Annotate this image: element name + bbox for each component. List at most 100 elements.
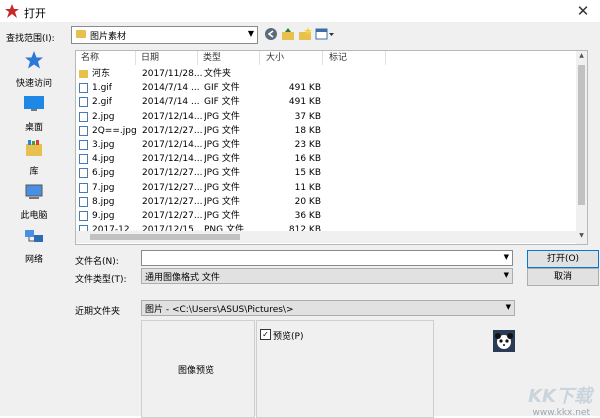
preview-checkbox-label: 预览(P) (273, 332, 304, 342)
cell-date: 2017/12/27... (142, 211, 203, 221)
place-network[interactable]: 网络 (4, 226, 64, 265)
cell-type: JPG 文件 (204, 211, 240, 221)
place-label: 快速访问 (15, 79, 52, 89)
cell-type: 文件夹 (204, 69, 232, 79)
place-library[interactable]: 库 (4, 138, 64, 177)
filetype-select[interactable]: 通用图像格式 文件 ▼ (141, 268, 513, 284)
file-row[interactable]: 3.jpg 2017/12/14... JPG 文件 23 KB (76, 138, 576, 152)
place-quick-access[interactable]: 快速访问 (4, 50, 64, 89)
view-menu-icon[interactable] (315, 27, 335, 41)
cancel-button[interactable]: 取消 (527, 268, 599, 286)
cell-name: 河东 (92, 69, 111, 79)
cell-type: JPG 文件 (204, 168, 240, 179)
cell-name: 4.jpg (92, 154, 115, 165)
scroll-up-icon[interactable]: ▲ (576, 52, 587, 62)
file-row[interactable]: 6.jpg 2017/12/27... JPG 文件 15 KB (76, 166, 576, 180)
cell-date: 2017/11/28... (142, 69, 203, 79)
image-file-icon (79, 182, 88, 193)
star-icon (25, 51, 43, 69)
cell-size: 491 KB (288, 83, 321, 94)
scroll-thumb[interactable] (578, 65, 585, 205)
scroll-thumb[interactable] (90, 234, 240, 240)
file-row[interactable]: 1.gif 2014/7/14 ... GIF 文件 491 KB (76, 81, 576, 95)
image-file-icon (79, 111, 88, 122)
cell-date: 2017/12/27... (142, 196, 203, 207)
cell-size: 23 KB (294, 140, 321, 150)
window-title: 打开 (24, 7, 46, 20)
place-desktop[interactable]: 桌面 (4, 94, 64, 133)
lookin-value: 图片素材 (90, 32, 127, 42)
image-file-icon (79, 140, 88, 150)
place-label: 网络 (24, 255, 43, 265)
lookin-combobox[interactable]: 图片素材 ▼ (71, 26, 258, 44)
back-icon[interactable] (264, 27, 278, 41)
column-header-type[interactable]: 类型 (198, 51, 260, 65)
chevron-down-icon: ▼ (505, 303, 511, 311)
new-folder-icon[interactable] (298, 27, 312, 41)
horizontal-scrollbar[interactable] (76, 231, 576, 243)
cell-size: 20 KB (294, 196, 321, 207)
file-row[interactable]: 河东 2017/11/28... 文件夹 (76, 67, 576, 81)
cell-type: GIF 文件 (204, 83, 240, 94)
cell-date: 2017/12/14... (142, 154, 203, 165)
desktop-icon (24, 96, 44, 111)
cell-name: 8.jpg (92, 196, 115, 207)
title-bar: 打开 ✕ (0, 0, 600, 22)
file-row[interactable]: 2Q==.jpg 2017/12/27... JPG 文件 18 KB (76, 124, 576, 138)
chevron-down-icon: ▼ (503, 253, 509, 261)
cell-type: JPG 文件 (204, 111, 240, 122)
open-button[interactable]: 打开(O) (527, 250, 599, 268)
place-label: 库 (29, 167, 39, 177)
cell-name: 2.gif (92, 97, 112, 108)
folder-icon (76, 30, 86, 38)
file-row[interactable]: 4.jpg 2017/12/14... JPG 文件 16 KB (76, 152, 576, 166)
image-preview-label: 图像预览 (178, 366, 215, 376)
cell-name: 6.jpg (92, 168, 115, 179)
filename-input[interactable]: ▼ (141, 250, 513, 266)
file-row[interactable]: 8.jpg 2017/12/27... JPG 文件 20 KB (76, 195, 576, 209)
recent-folder-value: 图片 - <C:\Users\ASUS\Pictures\> (145, 305, 294, 315)
file-row[interactable]: 2.jpg 2017/12/14... JPG 文件 37 KB (76, 110, 576, 124)
open-dialog: 查找范围(I): 图片素材 ▼ 快速访问 桌面 库 此电脑 网络 名称 日期 类… (0, 22, 600, 418)
cell-date: 2017/12/14... (142, 140, 203, 150)
image-file-icon (79, 168, 88, 179)
file-row[interactable]: 7.jpg 2017/12/27... JPG 文件 11 KB (76, 181, 576, 195)
watermark-url: www.kkx.net (532, 408, 591, 418)
cell-date: 2017/12/27... (142, 125, 203, 136)
place-label: 此电脑 (20, 211, 48, 221)
cell-date: 2017/12/27... (142, 168, 203, 179)
filetype-value: 通用图像格式 文件 (145, 273, 220, 283)
cell-size: 37 KB (294, 111, 321, 122)
image-file-icon (79, 154, 88, 165)
cell-date: 2014/7/14 ... (142, 83, 200, 94)
network-icon (25, 230, 43, 242)
place-label: 桌面 (24, 123, 43, 133)
cell-name: 3.jpg (92, 140, 115, 150)
cell-type: JPG 文件 (204, 196, 240, 207)
folder-icon (79, 70, 88, 78)
image-preview-area: 图像预览 (141, 320, 255, 418)
up-folder-icon[interactable] (281, 27, 295, 41)
vertical-scrollbar[interactable]: ▲ ▼ (576, 51, 587, 244)
cell-date: 2017/12/27... (142, 182, 203, 193)
place-this-pc[interactable]: 此电脑 (4, 182, 64, 221)
cell-size: 15 KB (294, 168, 321, 179)
preview-panel: ✓ 预览(P) (256, 320, 434, 418)
column-header-size[interactable]: 大小 (261, 51, 323, 65)
close-button[interactable]: ✕ (572, 2, 594, 20)
file-row[interactable]: 9.jpg 2017/12/27... JPG 文件 36 KB (76, 209, 576, 223)
column-header-tag[interactable]: 标记 (324, 51, 386, 65)
cell-size: 491 KB (288, 97, 321, 108)
cell-name: 9.jpg (92, 211, 115, 221)
column-header-name[interactable]: 名称 (76, 51, 136, 65)
cell-date: 2017/12/14... (142, 111, 203, 122)
file-row[interactable]: 2.gif 2014/7/14 ... GIF 文件 491 KB (76, 95, 576, 109)
chevron-down-icon: ▼ (247, 29, 254, 38)
scroll-down-icon[interactable]: ▼ (576, 232, 587, 242)
column-header-date[interactable]: 日期 (136, 51, 198, 65)
recent-folder-select[interactable]: 图片 - <C:\Users\ASUS\Pictures\> ▼ (141, 300, 515, 316)
file-list[interactable]: 名称 日期 类型 大小 标记 河东 2017/11/28... 文件夹 1.gif 20… (75, 50, 588, 245)
image-file-icon (79, 83, 88, 94)
computer-icon (25, 184, 43, 199)
preview-checkbox[interactable]: ✓ (260, 329, 271, 340)
